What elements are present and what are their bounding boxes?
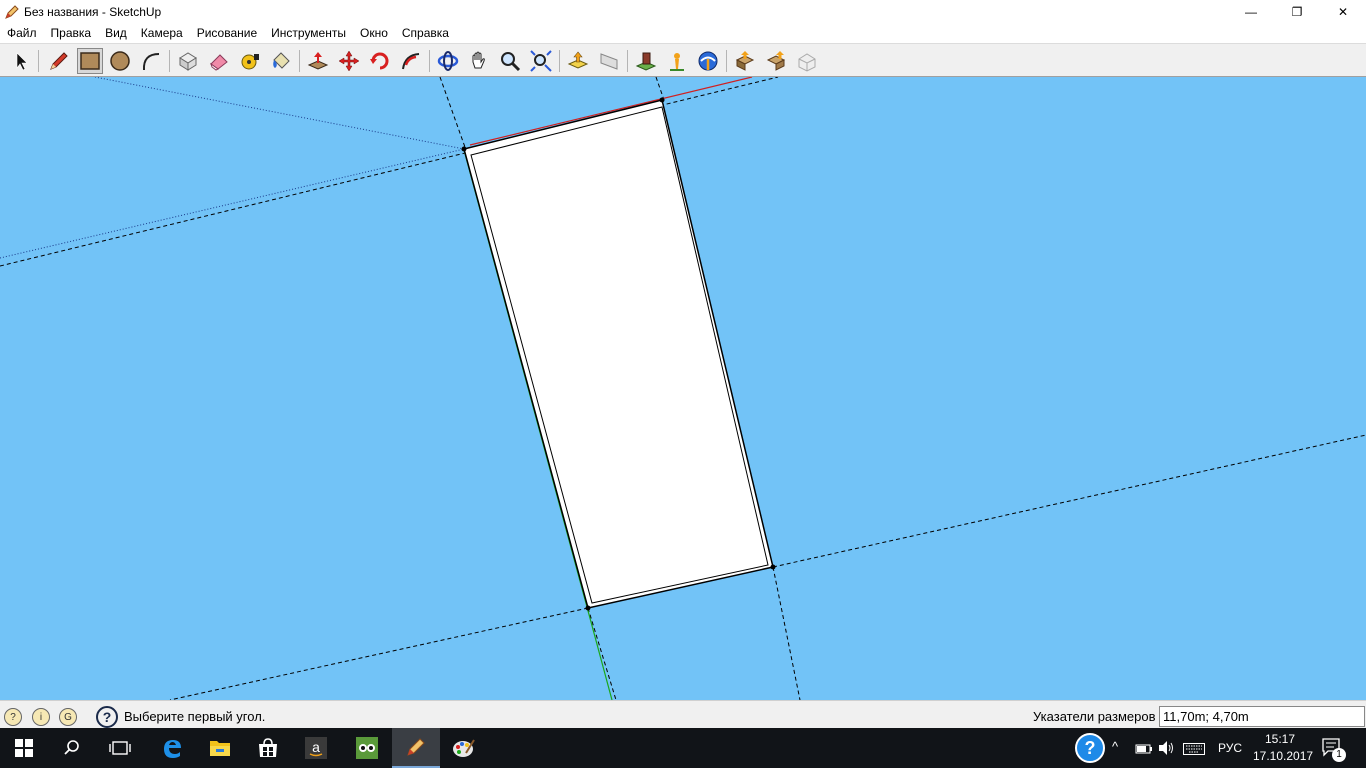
menu-help[interactable]: Справка (402, 26, 449, 40)
previous-view-icon[interactable] (565, 48, 591, 74)
menu-camera[interactable]: Камера (141, 26, 183, 40)
measurements-label: Указатели размеров (1033, 709, 1156, 724)
move-tool-icon[interactable] (336, 48, 362, 74)
close-button[interactable]: ✕ (1320, 0, 1366, 24)
sketchup-icon[interactable] (392, 728, 440, 768)
toolbar-separator (299, 50, 300, 72)
inference-line (0, 148, 465, 259)
push-pull-icon[interactable] (305, 48, 331, 74)
windows-taskbar: a ? ^ РУС 15:17 17.10.2017 1 (0, 728, 1366, 768)
vertex-point (770, 564, 776, 570)
start-icon[interactable] (0, 728, 48, 768)
vertex-point (585, 605, 591, 611)
pan-tool-icon[interactable] (466, 48, 492, 74)
battery-icon[interactable] (1135, 742, 1153, 760)
add-location-icon[interactable] (633, 48, 659, 74)
paint-icon[interactable] (440, 728, 488, 768)
drawing-viewport[interactable] (0, 77, 1366, 700)
extension-warehouse-icon[interactable] (794, 48, 820, 74)
guide-line (655, 77, 665, 101)
task-view-icon[interactable] (96, 728, 144, 768)
window-controls: — ❐ ✕ (1228, 0, 1366, 24)
sketchup-app-icon (5, 5, 19, 19)
sign-in-icon[interactable]: G (59, 708, 77, 726)
menu-file[interactable]: Файл (7, 26, 37, 40)
menu-edit[interactable]: Правка (51, 26, 92, 40)
make-component-icon[interactable] (175, 48, 201, 74)
svg-text:a: a (312, 739, 320, 755)
select-tool-icon[interactable] (8, 48, 34, 74)
tape-measure-icon[interactable] (237, 48, 263, 74)
clock-date[interactable]: 17.10.2017 (1253, 749, 1313, 763)
get-models-icon[interactable] (695, 48, 721, 74)
status-bar: ? i G ? Выберите первый угол. Указатели … (0, 700, 1366, 730)
eraser-tool-icon[interactable] (206, 48, 232, 74)
edge-icon[interactable] (148, 728, 196, 768)
toolbar-separator (726, 50, 727, 72)
share-model-icon[interactable] (732, 48, 758, 74)
menu-view[interactable]: Вид (105, 26, 127, 40)
model-canvas (0, 77, 1366, 700)
volume-icon[interactable] (1158, 740, 1176, 761)
file-explorer-icon[interactable] (196, 728, 244, 768)
toolbar-separator (559, 50, 560, 72)
store-icon[interactable] (244, 728, 292, 768)
vertex-point (461, 146, 467, 152)
measurements-field[interactable]: 11,70m; 4,70m (1159, 706, 1365, 727)
help-icon[interactable]: ? (96, 706, 118, 728)
tripadvisor-icon[interactable] (343, 728, 391, 768)
rectangle-tool-icon[interactable] (77, 48, 103, 74)
arc-tool-icon[interactable] (138, 48, 164, 74)
share-component-icon[interactable] (763, 48, 789, 74)
rectangle-face[interactable] (463, 99, 774, 609)
rotate-tool-icon[interactable] (367, 48, 393, 74)
pencil-tool-icon[interactable] (46, 48, 72, 74)
orbit-tool-icon[interactable] (435, 48, 461, 74)
toolbar-separator (169, 50, 170, 72)
keyboard-icon[interactable] (1183, 742, 1205, 760)
status-message: Выберите первый угол. (124, 709, 266, 724)
credits-icon[interactable]: i (32, 708, 50, 726)
guide-line (587, 607, 617, 700)
zoom-extents-icon[interactable] (528, 48, 554, 74)
menu-tools[interactable]: Инструменты (271, 26, 346, 40)
main-toolbar (0, 43, 1366, 77)
window-title: Без названия - SketchUp (24, 5, 162, 19)
guide-line (772, 434, 1366, 568)
vertex-point (659, 97, 665, 103)
menu-bar: Файл Правка Вид Камера Рисование Инструм… (0, 24, 1366, 42)
paint-bucket-icon[interactable] (268, 48, 294, 74)
amazon-icon[interactable]: a (292, 728, 340, 768)
title-bar: Без названия - SketchUp — ❐ ✕ (0, 0, 1366, 24)
guide-line (169, 607, 589, 700)
clock-time[interactable]: 15:17 (1265, 732, 1295, 746)
follow-me-icon[interactable] (398, 48, 424, 74)
search-icon[interactable] (48, 728, 96, 768)
toolbar-separator (627, 50, 628, 72)
circle-tool-icon[interactable] (107, 48, 133, 74)
next-view-icon[interactable] (596, 48, 622, 74)
help-tray-icon[interactable]: ? (1075, 733, 1105, 763)
toolbar-separator (38, 50, 39, 72)
minimize-button[interactable]: — (1228, 0, 1274, 24)
input-language[interactable]: РУС (1218, 741, 1242, 755)
guide-line (439, 77, 467, 151)
toggle-terrain-icon[interactable] (664, 48, 690, 74)
menu-draw[interactable]: Рисование (197, 26, 257, 40)
geo-location-icon[interactable]: ? (4, 708, 22, 726)
menu-window[interactable]: Окно (360, 26, 388, 40)
guide-line (772, 566, 801, 700)
notification-badge: 1 (1332, 748, 1346, 762)
inference-line (94, 77, 465, 150)
restore-button[interactable]: ❐ (1274, 0, 1320, 24)
show-hidden-icons-icon[interactable]: ^ (1112, 739, 1118, 754)
toolbar-separator (429, 50, 430, 72)
zoom-tool-icon[interactable] (497, 48, 523, 74)
sketchup-window: Без названия - SketchUp — ❐ ✕ Файл Правк… (0, 0, 1366, 768)
